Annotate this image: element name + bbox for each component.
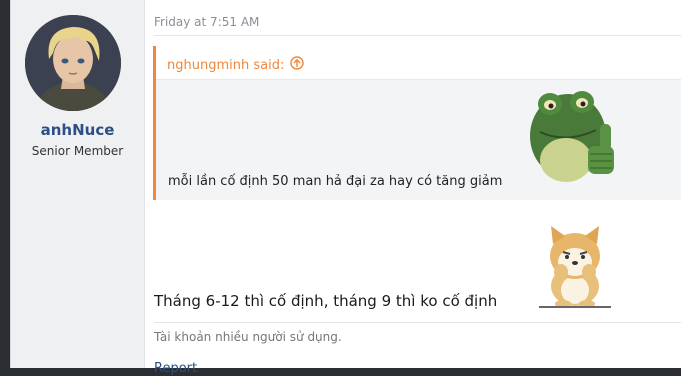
divider [154,35,681,36]
post-message: Tháng 6-12 thì cố định, tháng 9 thì ko c… [154,292,498,310]
avatar[interactable] [25,15,121,111]
report-link[interactable]: Report [154,361,197,376]
user-info-panel: anhNuce Senior Member [11,0,145,368]
post-timestamp[interactable]: Friday at 7:51 AM [154,15,259,29]
frog-thumbs-up-sticker [530,86,630,190]
quote-text: mỗi lần cố định 50 man hả đại za hay có … [168,174,503,189]
user-title: Senior Member [31,144,124,158]
signature: Tài khoản nhiều người sử dụng. [154,330,342,344]
quote-author-label: nghungminh said: [167,57,285,73]
quote-block: nghungminh said: mỗi lần cố định 50 man … [153,46,681,200]
quote-header: nghungminh said: [156,46,681,80]
quote-author-link[interactable]: nghungminh said: [167,56,305,74]
post-container: anhNuce Senior Member Friday at 7:51 AM … [10,0,681,376]
signature-divider [154,322,681,323]
up-arrow-circle-icon[interactable] [290,56,305,74]
username-link[interactable]: anhNuce [11,121,144,139]
shiba-dog-sticker [539,224,611,308]
